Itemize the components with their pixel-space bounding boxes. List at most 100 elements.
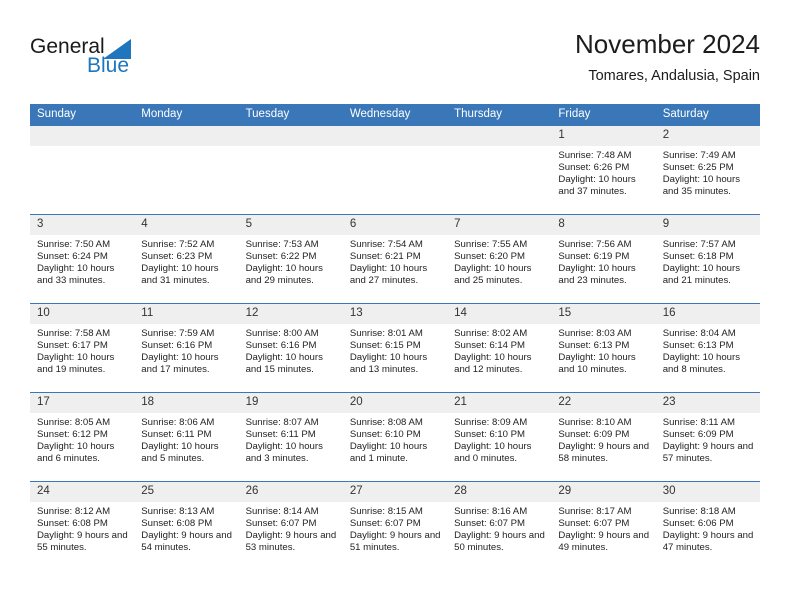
- calendar-day-cell[interactable]: 12 Sunrise: 8:00 AM Sunset: 6:16 PM Dayligh…: [238, 303, 343, 393]
- calendar-day-cell[interactable]: 20 Sunrise: 8:08 AM Sunset: 6:10 PM Dayligh…: [342, 392, 448, 482]
- daylight-text: Daylight: 9 hours and 51 minutes.: [349, 530, 441, 554]
- day-number: [134, 126, 239, 146]
- day-number: 23: [655, 393, 760, 413]
- day-sun-info: Sunrise: 8:08 AM Sunset: 6:10 PM Daylight:…: [343, 413, 447, 465]
- calendar-day-cell[interactable]: 1 Sunrise: 7:48 AM Sunset: 6:26 PM Daylight…: [551, 126, 656, 215]
- weekday-header-saturday: Saturday: [655, 104, 760, 126]
- calendar-day-cell[interactable]: 11 Sunrise: 7:59 AM Sunset: 6:16 PM Dayligh…: [134, 303, 239, 393]
- day-number: 25: [134, 482, 239, 502]
- sunset-text: Sunset: 6:26 PM: [558, 162, 630, 174]
- day-number: 6: [342, 215, 448, 235]
- calendar-day-cell[interactable]: 19 Sunrise: 8:07 AM Sunset: 6:11 PM Dayligh…: [238, 392, 343, 482]
- sunrise-text: Sunrise: 8:14 AM: [245, 506, 319, 517]
- sunset-text: Sunset: 6:13 PM: [558, 340, 630, 352]
- daylight-text: Daylight: 10 hours and 27 minutes.: [349, 263, 428, 287]
- calendar-day-cell[interactable]: 13 Sunrise: 8:01 AM Sunset: 6:15 PM Dayligh…: [342, 303, 448, 393]
- calendar-page: General Blue November 2024 Tomares, Anda…: [0, 0, 792, 612]
- calendar-day-cell[interactable]: 26 Sunrise: 8:14 AM Sunset: 6:07 PM Dayligh…: [238, 481, 343, 570]
- daylight-text: Daylight: 9 hours and 47 minutes.: [662, 530, 754, 554]
- daylight-text: Daylight: 9 hours and 50 minutes.: [454, 530, 545, 554]
- sunset-text: Sunset: 6:20 PM: [454, 251, 526, 263]
- day-number: 5: [238, 215, 343, 235]
- logo-text-blue: Blue: [87, 54, 130, 77]
- calendar-day-cell[interactable]: 15 Sunrise: 8:03 AM Sunset: 6:13 PM Dayligh…: [551, 303, 656, 393]
- day-sun-info: Sunrise: 8:05 AM Sunset: 6:12 PM Daylight:…: [30, 413, 134, 465]
- day-number: 29: [551, 482, 656, 502]
- daylight-text: Daylight: 9 hours and 53 minutes.: [245, 530, 337, 554]
- sunrise-text: Sunrise: 8:09 AM: [454, 417, 528, 428]
- sunset-text: Sunset: 6:21 PM: [349, 251, 421, 263]
- calendar-day-cell[interactable]: 28 Sunrise: 8:16 AM Sunset: 6:07 PM Dayligh…: [447, 481, 552, 570]
- calendar-day-cell-empty: [342, 126, 448, 215]
- calendar-day-cell[interactable]: 9 Sunrise: 7:57 AM Sunset: 6:18 PM Daylight…: [655, 214, 760, 304]
- sunrise-text: Sunrise: 8:03 AM: [558, 328, 632, 339]
- calendar-day-cell[interactable]: 21 Sunrise: 8:09 AM Sunset: 6:10 PM Dayligh…: [447, 392, 552, 482]
- day-number: 2: [655, 126, 760, 146]
- sunrise-text: Sunrise: 8:11 AM: [662, 417, 736, 428]
- day-sun-info: Sunrise: 8:04 AM Sunset: 6:13 PM Daylight:…: [656, 324, 760, 376]
- calendar-day-cell[interactable]: 6 Sunrise: 7:54 AM Sunset: 6:21 PM Daylight…: [342, 214, 448, 304]
- calendar-day-cell-empty: [447, 126, 552, 215]
- sunrise-text: Sunrise: 7:54 AM: [349, 239, 423, 250]
- sunset-text: Sunset: 6:09 PM: [558, 429, 630, 441]
- calendar-day-cell[interactable]: 3 Sunrise: 7:50 AM Sunset: 6:24 PM Daylight…: [30, 214, 135, 304]
- calendar-day-cell[interactable]: 29 Sunrise: 8:17 AM Sunset: 6:07 PM Dayligh…: [551, 481, 656, 570]
- daylight-text: Daylight: 10 hours and 12 minutes.: [454, 352, 532, 376]
- calendar-day-cell[interactable]: 24 Sunrise: 8:12 AM Sunset: 6:08 PM Dayligh…: [30, 481, 135, 570]
- calendar-day-cell[interactable]: 8 Sunrise: 7:56 AM Sunset: 6:19 PM Daylight…: [551, 214, 656, 304]
- sunrise-text: Sunrise: 8:00 AM: [245, 328, 319, 339]
- day-number: 24: [30, 482, 135, 502]
- sunset-text: Sunset: 6:08 PM: [37, 518, 108, 530]
- day-number: [30, 126, 135, 146]
- calendar-day-cell[interactable]: 18 Sunrise: 8:06 AM Sunset: 6:11 PM Dayligh…: [134, 392, 239, 482]
- sunset-text: Sunset: 6:07 PM: [349, 518, 421, 530]
- calendar-day-cell-empty: [134, 126, 239, 215]
- day-sun-info: Sunrise: 7:57 AM Sunset: 6:18 PM Daylight:…: [656, 235, 760, 287]
- calendar-day-cell[interactable]: 7 Sunrise: 7:55 AM Sunset: 6:20 PM Daylight…: [447, 214, 552, 304]
- calendar-day-cell[interactable]: 5 Sunrise: 7:53 AM Sunset: 6:22 PM Daylight…: [238, 214, 343, 304]
- calendar-day-cell[interactable]: 30 Sunrise: 8:18 AM Sunset: 6:06 PM Dayligh…: [655, 481, 760, 570]
- day-number: 10: [30, 304, 135, 324]
- calendar-day-cell[interactable]: 16 Sunrise: 8:04 AM Sunset: 6:13 PM Dayligh…: [655, 303, 760, 393]
- calendar-day-cell[interactable]: 17 Sunrise: 8:05 AM Sunset: 6:12 PM Dayligh…: [30, 392, 135, 482]
- sunset-text: Sunset: 6:25 PM: [662, 162, 734, 174]
- day-number: 15: [551, 304, 656, 324]
- calendar-day-cell[interactable]: 4 Sunrise: 7:52 AM Sunset: 6:23 PM Daylight…: [134, 214, 239, 304]
- sunset-text: Sunset: 6:10 PM: [349, 429, 421, 441]
- calendar-day-cell[interactable]: 10 Sunrise: 7:58 AM Sunset: 6:17 PM Dayligh…: [30, 303, 135, 393]
- sunrise-text: Sunrise: 8:15 AM: [349, 506, 423, 517]
- day-number: [342, 126, 448, 146]
- sunrise-text: Sunrise: 8:08 AM: [349, 417, 423, 428]
- calendar-day-cell[interactable]: 2 Sunrise: 7:49 AM Sunset: 6:25 PM Daylight…: [655, 126, 760, 215]
- calendar-day-cell[interactable]: 22 Sunrise: 8:10 AM Sunset: 6:09 PM Dayligh…: [551, 392, 656, 482]
- calendar-table: Sunday Monday Tuesday Wednesday Thursday Frid…: [30, 104, 760, 570]
- daylight-text: Daylight: 10 hours and 35 minutes.: [662, 174, 741, 198]
- sunset-text: Sunset: 6:19 PM: [558, 251, 630, 263]
- day-sun-info: Sunrise: 8:11 AM Sunset: 6:09 PM Daylight:…: [656, 413, 760, 465]
- day-sun-info: Sunrise: 8:10 AM Sunset: 6:09 PM Daylight:…: [551, 413, 655, 465]
- calendar-day-cell[interactable]: 25 Sunrise: 8:13 AM Sunset: 6:08 PM Dayligh…: [134, 481, 239, 570]
- day-sun-info: Sunrise: 7:58 AM Sunset: 6:17 PM Daylight:…: [30, 324, 134, 376]
- calendar-body: 1 Sunrise: 7:48 AM Sunset: 6:26 PM Daylight…: [30, 126, 760, 570]
- calendar-day-cell[interactable]: 14 Sunrise: 8:02 AM Sunset: 6:14 PM Dayligh…: [447, 303, 552, 393]
- sunset-text: Sunset: 6:24 PM: [37, 251, 108, 263]
- sunrise-text: Sunrise: 7:53 AM: [245, 239, 319, 250]
- calendar-day-cell[interactable]: 23 Sunrise: 8:11 AM Sunset: 6:09 PM Dayligh…: [655, 392, 760, 482]
- day-number: 17: [30, 393, 135, 413]
- daylight-text: Daylight: 10 hours and 13 minutes.: [349, 352, 428, 376]
- daylight-text: Daylight: 10 hours and 19 minutes.: [37, 352, 115, 376]
- daylight-text: Daylight: 10 hours and 37 minutes.: [558, 174, 636, 198]
- sunrise-text: Sunrise: 8:06 AM: [141, 417, 215, 428]
- sunrise-text: Sunrise: 8:02 AM: [454, 328, 528, 339]
- day-number: 26: [238, 482, 343, 502]
- day-sun-info: Sunrise: 8:09 AM Sunset: 6:10 PM Daylight:…: [447, 413, 551, 465]
- calendar-week-row: 24 Sunrise: 8:12 AM Sunset: 6:08 PM Dayligh…: [30, 481, 760, 570]
- day-sun-info: Sunrise: 7:50 AM Sunset: 6:24 PM Daylight:…: [30, 235, 134, 287]
- calendar-day-cell[interactable]: 27 Sunrise: 8:15 AM Sunset: 6:07 PM Dayligh…: [342, 481, 448, 570]
- sunrise-text: Sunrise: 8:05 AM: [37, 417, 111, 428]
- page-title: November 2024: [575, 29, 760, 59]
- day-number: 12: [238, 304, 343, 324]
- calendar-week-row: 3 Sunrise: 7:50 AM Sunset: 6:24 PM Daylight…: [30, 214, 760, 304]
- day-number: [238, 126, 343, 146]
- day-sun-info: Sunrise: 7:53 AM Sunset: 6:22 PM Daylight:…: [239, 235, 343, 287]
